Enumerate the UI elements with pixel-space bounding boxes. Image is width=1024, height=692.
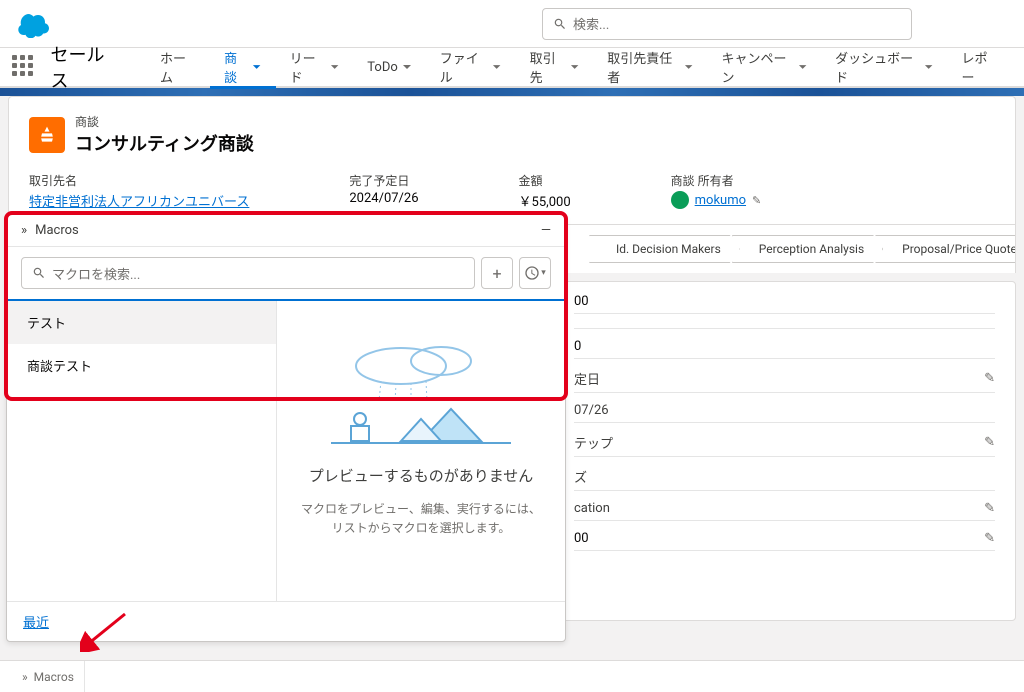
field-close-date: 完了予定日 2024/07/26 bbox=[349, 172, 418, 210]
change-owner-icon[interactable]: ✎ bbox=[752, 194, 761, 207]
macro-list-item[interactable]: テスト bbox=[7, 301, 276, 344]
nav-dashboard[interactable]: ダッシュボード bbox=[821, 47, 947, 87]
detail-row: 00 bbox=[574, 284, 995, 314]
object-label: 商談 bbox=[75, 113, 254, 130]
owner-link[interactable]: mokumo bbox=[695, 193, 746, 208]
chevron-down-icon bbox=[684, 62, 693, 72]
minimize-button[interactable]: — bbox=[541, 223, 551, 238]
utility-bar: » Macros bbox=[0, 660, 1024, 692]
nav-account[interactable]: 取引先 bbox=[516, 47, 594, 87]
search-icon bbox=[32, 266, 46, 280]
macros-preview-pane: プレビューするものがありません マクロをプレビュー、編集、実行するには、リストか… bbox=[277, 301, 565, 601]
stage-item[interactable]: Proposal/Price Quote bbox=[875, 235, 1016, 263]
chevron-down-icon bbox=[252, 62, 261, 72]
chevron-down-icon bbox=[330, 62, 339, 72]
detail-row bbox=[574, 314, 995, 329]
macros-icon: » bbox=[21, 223, 27, 238]
search-placeholder: 検索... bbox=[573, 14, 609, 33]
detail-row: 07/26 bbox=[574, 393, 995, 423]
recent-link[interactable]: 最近 bbox=[23, 616, 49, 631]
nav-lead[interactable]: リード bbox=[276, 47, 354, 87]
field-account: 取引先名 特定非営利法人アフリカンユニバース bbox=[29, 172, 249, 210]
opportunity-icon bbox=[29, 117, 65, 153]
owner-avatar bbox=[671, 191, 689, 209]
chevron-down-icon bbox=[492, 62, 501, 72]
nav-bar: セールス ホーム 商談 リード ToDo ファイル 取引先 取引先責任者 キャン… bbox=[0, 48, 1024, 88]
detail-row: ズ bbox=[574, 457, 995, 491]
account-link[interactable]: 特定非営利法人アフリカンユニバース bbox=[29, 191, 249, 210]
clock-icon bbox=[524, 265, 540, 281]
macros-icon: » bbox=[22, 670, 28, 684]
nav-campaign[interactable]: キャンペーン bbox=[708, 47, 822, 87]
chevron-down-icon bbox=[798, 62, 807, 72]
preview-empty-desc: マクロをプレビュー、編集、実行するには、リストからマクロを選択します。 bbox=[297, 500, 545, 538]
nav-home[interactable]: ホーム bbox=[146, 47, 210, 87]
app-launcher-icon[interactable] bbox=[12, 55, 34, 79]
stage-item[interactable]: Perception Analysis bbox=[732, 235, 883, 263]
nav-contact[interactable]: 取引先責任者 bbox=[593, 47, 707, 87]
macros-panel-header: » Macros — bbox=[7, 215, 565, 247]
global-search-input[interactable]: 検索... bbox=[542, 8, 912, 40]
salesforce-logo bbox=[12, 10, 52, 38]
detail-row: テップ✎ bbox=[574, 423, 995, 457]
record-header: 商談 コンサルティング商談 取引先名 特定非営利法人アフリカンユニバース 完了予… bbox=[8, 96, 1016, 225]
macros-list: テスト 商談テスト bbox=[7, 301, 277, 601]
chevron-down-icon bbox=[402, 62, 412, 72]
stage-item[interactable]: Id. Decision Makers bbox=[589, 235, 740, 263]
nav-report[interactable]: レポー bbox=[947, 47, 1012, 87]
macro-list-item[interactable]: 商談テスト bbox=[7, 344, 276, 387]
macros-title: Macros bbox=[35, 223, 79, 238]
detail-row: 定日✎ bbox=[574, 359, 995, 393]
macro-history-button[interactable]: ▾ bbox=[519, 257, 551, 289]
macros-footer: 最近 bbox=[7, 601, 565, 641]
preview-empty-title: プレビューするものがありません bbox=[309, 465, 534, 488]
empty-state-illustration bbox=[321, 331, 521, 451]
macros-panel: » Macros — マクロを検索... + ▾ テスト 商談テスト bbox=[6, 214, 566, 642]
app-name: セールス bbox=[50, 41, 117, 93]
macros-search-input[interactable]: マクロを検索... bbox=[21, 257, 475, 289]
chevron-down-icon bbox=[924, 62, 933, 72]
detail-row: 00✎ bbox=[574, 521, 995, 551]
decorative-pattern bbox=[0, 88, 1024, 96]
nav-file[interactable]: ファイル bbox=[426, 47, 516, 87]
chevron-down-icon bbox=[570, 62, 579, 72]
detail-row: cation✎ bbox=[574, 491, 995, 521]
edit-icon[interactable]: ✎ bbox=[984, 435, 995, 450]
record-title: コンサルティング商談 bbox=[75, 130, 254, 156]
edit-icon[interactable]: ✎ bbox=[984, 371, 995, 386]
nav-todo[interactable]: ToDo bbox=[353, 47, 426, 87]
search-icon bbox=[553, 17, 567, 31]
detail-row: 0 bbox=[574, 329, 995, 359]
field-amount: 金額 ￥55,000 bbox=[519, 172, 571, 210]
edit-icon[interactable]: ✎ bbox=[984, 501, 995, 516]
edit-icon[interactable]: ✎ bbox=[984, 531, 995, 546]
utility-macros[interactable]: » Macros bbox=[12, 661, 85, 692]
field-owner: 商談 所有者 mokumo ✎ bbox=[671, 172, 762, 210]
nav-opportunity[interactable]: 商談 bbox=[210, 47, 275, 87]
global-header: 検索... bbox=[0, 0, 1024, 48]
add-macro-button[interactable]: + bbox=[481, 257, 513, 289]
